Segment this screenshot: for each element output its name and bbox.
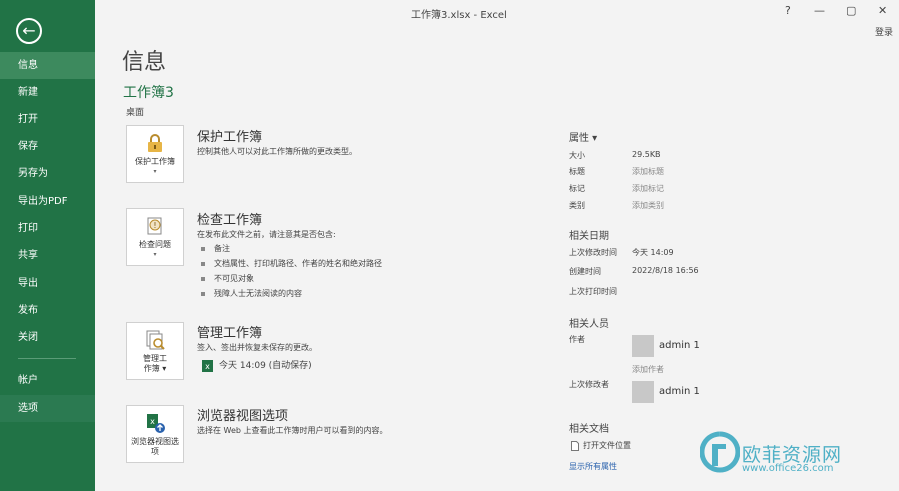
prop-value-size: 29.5KB [632, 150, 661, 159]
svg-text:x: x [205, 362, 210, 371]
protect-section-desc: 控制其他人可以对此工作簿所做的更改类型。 [197, 147, 357, 156]
title-bar: 工作簿3.xlsx - Excel ? — ▢ ✕ [95, 0, 899, 24]
sidebar-item-account[interactable]: 帐户 [0, 367, 95, 394]
modifier-name[interactable]: admin 1 [659, 386, 700, 397]
sidebar-item-new[interactable]: 新建 [0, 79, 95, 106]
chevron-down-icon: ▾ [153, 251, 157, 258]
backstage-sidebar: ← 信息 新建 打开 保存 另存为 导出为PDF 打印 共享 导出 发布 关闭 … [0, 0, 95, 491]
author-name[interactable]: admin 1 [659, 340, 700, 351]
sidebar-item-save-as[interactable]: 另存为 [0, 160, 95, 187]
sidebar-item-print[interactable]: 打印 [0, 215, 95, 242]
autosave-version-item[interactable]: x 今天 14:09 (自动保存) [202, 358, 312, 372]
sidebar-item-export-pdf[interactable]: 导出为PDF [0, 188, 95, 215]
sidebar-item-info[interactable]: 信息 [0, 52, 95, 79]
sidebar-divider [18, 358, 76, 359]
file-icon [571, 440, 579, 451]
add-tags-field[interactable]: 添加标记 [632, 183, 664, 194]
inspect-document-icon: ! [147, 217, 162, 235]
chevron-down-icon: ▾ [153, 168, 157, 175]
add-category-field[interactable]: 添加类别 [632, 200, 664, 211]
arrow-left-icon[interactable]: ← [16, 18, 42, 44]
prop-value-created: 2022/8/18 16:56 [632, 266, 699, 275]
related-people-header: 相关人员 [569, 319, 609, 330]
inspect-tile-label: 检查问题 [139, 240, 171, 249]
document-location: 桌面 [126, 108, 145, 118]
protect-workbook-button[interactable]: 保护工作簿 ▾ [126, 125, 184, 183]
add-title-field[interactable]: 添加标题 [632, 166, 664, 177]
browser-view-options-button[interactable]: x 浏览器视图选项 [126, 405, 184, 463]
add-author-field[interactable]: 添加作者 [632, 364, 664, 375]
inspect-bullet: 备注 [201, 243, 230, 254]
prop-key-last-modified: 上次修改时间 [569, 248, 617, 257]
minimize-button[interactable]: — [814, 4, 825, 17]
sidebar-item-save[interactable]: 保存 [0, 133, 95, 160]
related-dates-header: 相关日期 [569, 231, 609, 242]
prop-key-title: 标题 [569, 167, 585, 176]
browser-section-desc: 选择在 Web 上查看此工作簿时用户可以看到的内容。 [197, 426, 388, 435]
svg-text:!: ! [153, 221, 156, 230]
inspect-bullet: 残障人士无法阅读的内容 [201, 288, 302, 299]
sidebar-item-share[interactable]: 共享 [0, 242, 95, 269]
properties-header[interactable]: 属性 ▾ [569, 129, 597, 144]
excel-file-icon: x [202, 359, 213, 372]
prop-key-last-printed: 上次打印时间 [569, 287, 617, 296]
check-issues-button[interactable]: ! 检查问题 ▾ [126, 208, 184, 266]
browser-tile-label: 浏览器视图选项 [131, 437, 179, 456]
sidebar-item-open[interactable]: 打开 [0, 106, 95, 133]
prop-key-size: 大小 [569, 151, 585, 160]
inspect-bullet: 不可见对象 [201, 273, 254, 284]
help-button[interactable]: ? [785, 4, 791, 17]
prop-key-category: 类别 [569, 201, 585, 210]
prop-value-last-modified: 今天 14:09 [632, 248, 674, 257]
open-file-location-link[interactable]: 打开文件位置 [571, 440, 631, 451]
restore-button[interactable]: ▢ [846, 4, 856, 17]
login-link[interactable]: 登录 [875, 25, 893, 38]
window-title: 工作簿3.xlsx - Excel [411, 10, 507, 21]
prop-key-last-modified-by: 上次修改者 [569, 380, 609, 389]
prop-key-created: 创建时间 [569, 267, 601, 276]
inspect-section-title: 检查工作簿 [197, 213, 263, 228]
browser-section-title: 浏览器视图选项 [197, 409, 289, 424]
inspect-bullet: 文档属性、打印机路径、作者的姓名和绝对路径 [201, 258, 382, 269]
prop-key-author: 作者 [569, 335, 585, 344]
protect-tile-label: 保护工作簿 [135, 157, 175, 166]
page-title: 信息 [122, 50, 167, 75]
watermark-logo-icon [700, 431, 740, 473]
manage-workbook-button[interactable]: 管理工 作簿 ▾ [126, 322, 184, 380]
prop-key-tags: 标记 [569, 184, 585, 193]
close-button[interactable]: ✕ [878, 4, 887, 17]
manage-tile-label: 管理工 作簿 ▾ [143, 354, 167, 373]
avatar [632, 335, 654, 357]
lock-icon [148, 134, 162, 152]
inspect-section-desc: 在发布此文件之前，请注意其是否包含: [197, 230, 336, 239]
svg-text:x: x [150, 417, 155, 426]
sidebar-item-options[interactable]: 选项 [0, 395, 95, 422]
document-name: 工作簿3 [123, 85, 174, 101]
show-all-properties-link[interactable]: 显示所有属性 [569, 461, 617, 472]
browser-view-icon: x [147, 414, 165, 433]
sidebar-item-publish[interactable]: 发布 [0, 297, 95, 324]
sidebar-item-close[interactable]: 关闭 [0, 324, 95, 351]
manage-section-desc: 签入、签出并恢复未保存的更改。 [197, 343, 317, 352]
watermark-url: www.office26.com [742, 463, 834, 474]
sidebar-item-export[interactable]: 导出 [0, 270, 95, 297]
protect-section-title: 保护工作簿 [197, 130, 263, 145]
related-docs-header: 相关文档 [569, 424, 609, 435]
manage-workbook-icon [146, 330, 165, 350]
avatar [632, 381, 654, 403]
manage-section-title: 管理工作簿 [197, 326, 263, 341]
